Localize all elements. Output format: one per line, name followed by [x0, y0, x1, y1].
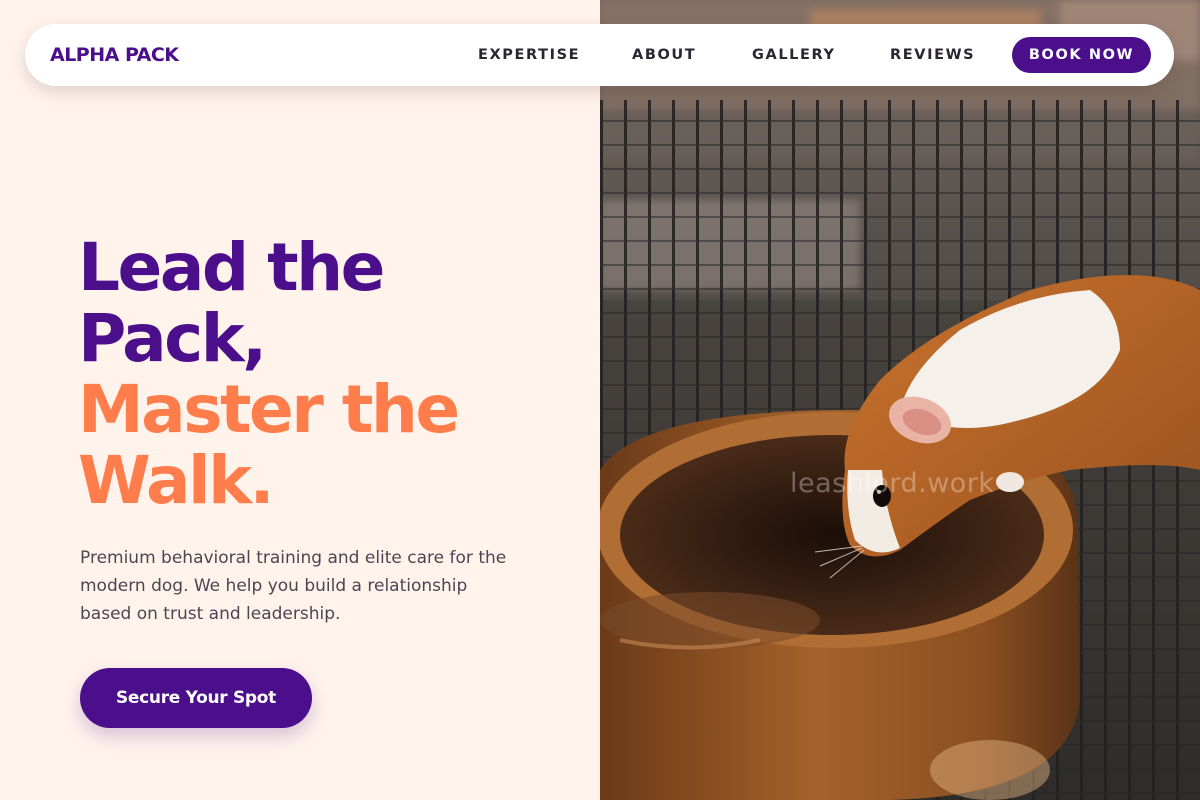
nav-link-expertise[interactable]: EXPERTISE — [460, 42, 599, 68]
secure-your-spot-button[interactable]: Secure Your Spot — [80, 668, 312, 728]
hero-headline: Lead the Pack, Master the Walk. — [78, 232, 598, 516]
nav-link-gallery[interactable]: GALLERY — [734, 42, 854, 68]
watermark: leashlord.work — [790, 468, 995, 499]
headline-line-4: Walk. — [78, 442, 275, 519]
nav-link-about[interactable]: ABOUT — [614, 42, 715, 68]
headline-line-3: Master the — [78, 371, 460, 448]
headline-line-2: Pack, — [78, 300, 267, 377]
navbar: ALPHA PACK EXPERTISE ABOUT GALLERY REVIE… — [25, 24, 1174, 86]
guinea-pig-photo-illustration — [600, 0, 1200, 800]
book-now-button[interactable]: BOOK NOW — [1012, 37, 1151, 73]
hero-photo: leashlord.work — [600, 0, 1200, 800]
brand-logo[interactable]: ALPHA PACK — [50, 44, 179, 66]
headline-line-1: Lead the — [78, 229, 385, 306]
nav-link-reviews[interactable]: REVIEWS — [872, 42, 994, 68]
hero-subtext: Premium behavioral training and elite ca… — [80, 548, 507, 624]
